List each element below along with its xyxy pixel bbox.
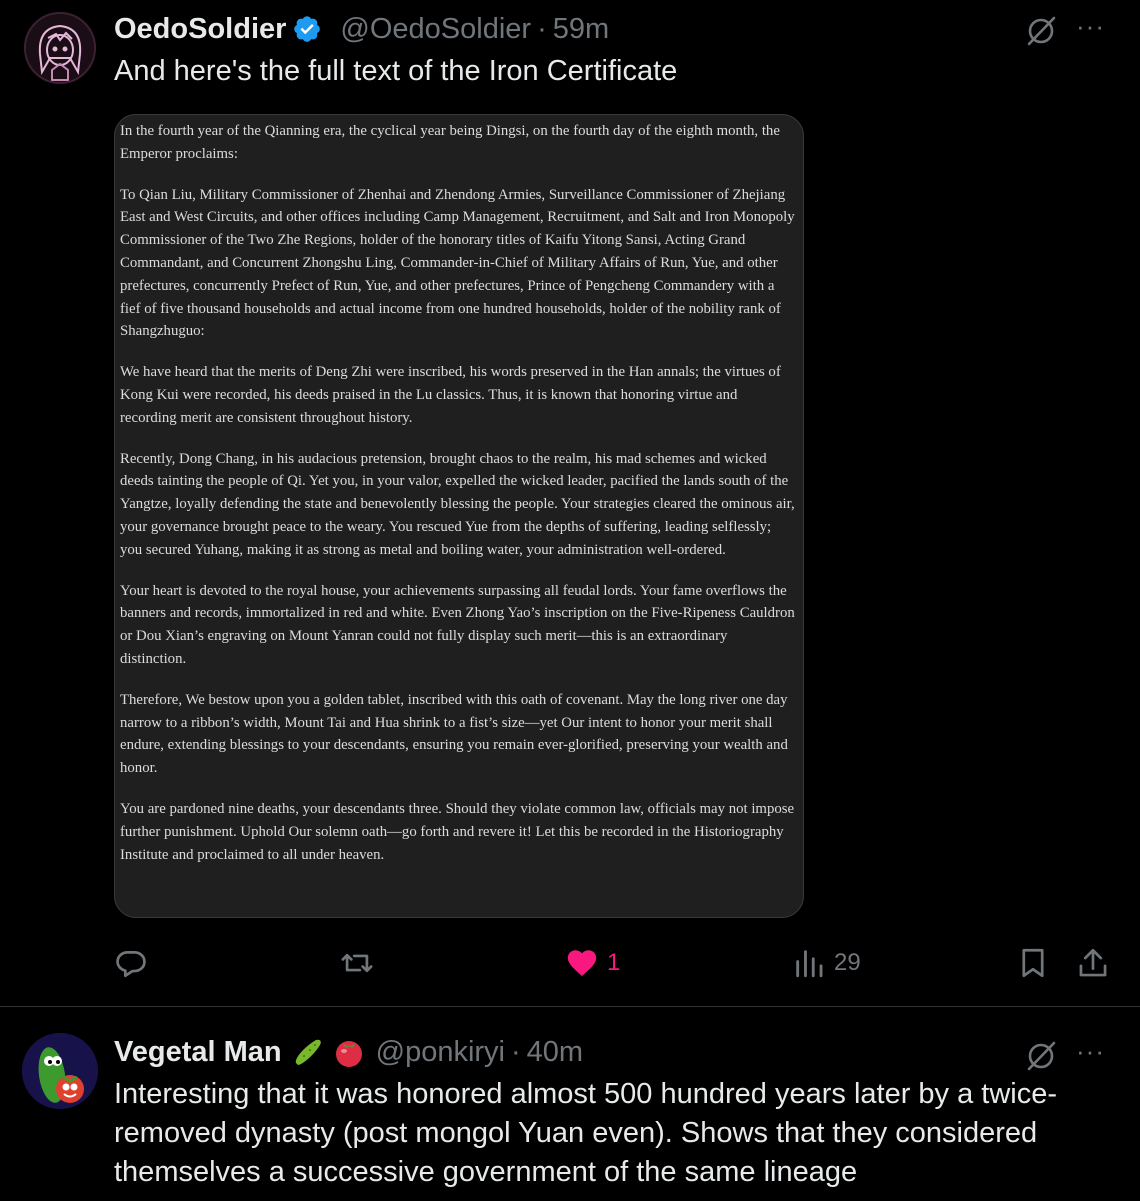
grok-icon[interactable] xyxy=(1024,14,1058,48)
more-icon[interactable]: ··· xyxy=(1076,1038,1105,1064)
certificate-paragraph: We have heard that the merits of Deng Zh… xyxy=(120,364,781,426)
tweet-header: OedoSoldier @OedoSoldier · 59m xyxy=(114,12,609,46)
more-icon[interactable]: ··· xyxy=(1076,13,1105,39)
certificate-paragraph: To Qian Liu, Military Commissioner of Zh… xyxy=(120,186,795,340)
separator-dot: · xyxy=(511,1036,521,1068)
bookmark-button[interactable] xyxy=(1016,946,1050,980)
user-handle[interactable]: @ponkiryi xyxy=(376,1035,505,1069)
cucumber-icon xyxy=(295,1039,321,1065)
view-count: 29 xyxy=(834,949,861,976)
retweet-button[interactable] xyxy=(340,946,382,980)
tweet-actions: 1 29 xyxy=(0,940,1140,990)
like-button[interactable]: 1 xyxy=(565,946,620,980)
tweet-header: Vegetal Man @ponkiryi · 40m xyxy=(114,1035,583,1069)
bookmark-icon xyxy=(1022,948,1044,978)
certificate-image[interactable]: In the fourth year of the Qianning era, … xyxy=(114,114,804,918)
display-name[interactable]: Vegetal Man xyxy=(114,1035,282,1069)
timestamp[interactable]: 59m xyxy=(553,12,609,46)
certificate-paragraph: Therefore, We bestow upon you a golden t… xyxy=(120,691,788,777)
anime-avatar-icon xyxy=(26,14,94,82)
grok-icon[interactable] xyxy=(1024,1039,1058,1073)
share-button[interactable] xyxy=(1076,946,1110,980)
certificate-paragraph: Recently, Dong Chang, in his audacious p… xyxy=(120,450,795,558)
tomato-icon xyxy=(335,1041,362,1067)
avatar[interactable] xyxy=(24,12,96,84)
tweet-text: And here's the full text of the Iron Cer… xyxy=(114,55,678,87)
tweet-text: Interesting that it was honored almost 5… xyxy=(114,1078,1058,1188)
share-icon xyxy=(1079,948,1107,977)
tweet-oedosoldier[interactable]: OedoSoldier @OedoSoldier · 59m ··· And h… xyxy=(0,0,1140,1006)
heart-icon xyxy=(567,950,597,977)
views-button[interactable]: 29 xyxy=(792,946,861,980)
views-icon xyxy=(796,950,823,978)
user-handle[interactable]: @OedoSoldier xyxy=(340,12,531,46)
certificate-paragraph: In the fourth year of the Qianning era, … xyxy=(120,123,780,162)
reply-icon xyxy=(116,951,146,978)
retweet-icon xyxy=(341,953,373,973)
veggie-avatar-icon xyxy=(22,1033,98,1109)
tweet-vegetal-man[interactable]: Vegetal Man @ponkiryi · 40m ··· Interest… xyxy=(0,1006,1140,1201)
verified-badge-icon xyxy=(294,16,321,42)
like-count: 1 xyxy=(607,949,621,976)
certificate-paragraph: Your heart is devoted to the royal house… xyxy=(120,582,795,667)
display-name[interactable]: OedoSoldier xyxy=(114,12,286,46)
reply-button[interactable] xyxy=(114,946,156,980)
certificate-paragraph: You are pardoned nine deaths, your desce… xyxy=(120,800,795,863)
timestamp[interactable]: 40m xyxy=(527,1035,583,1069)
separator-dot: · xyxy=(537,13,547,45)
avatar[interactable] xyxy=(22,1033,98,1109)
